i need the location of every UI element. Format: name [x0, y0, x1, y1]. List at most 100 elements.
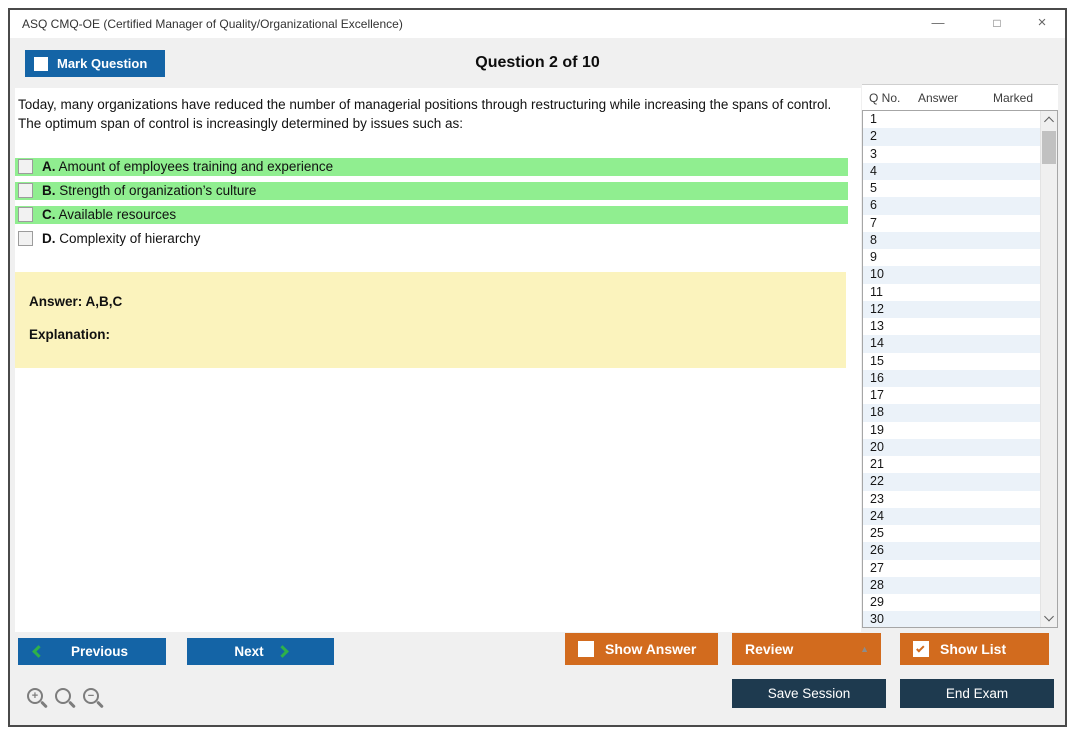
zoom-in-icon[interactable]: + [27, 688, 43, 704]
question-list-row[interactable]: 8 [863, 231, 1040, 249]
chevron-left-icon [32, 645, 45, 658]
question-text: Today, many organizations have reduced t… [18, 97, 832, 131]
check-icon [916, 644, 925, 653]
question-number: 19 [870, 422, 884, 437]
end-exam-label: End Exam [945, 686, 1009, 701]
question-list-row[interactable]: 21 [863, 456, 1040, 474]
question-list-row[interactable]: 10 [863, 266, 1040, 284]
question-number: 17 [870, 388, 884, 402]
question-list-row[interactable]: 23 [863, 490, 1040, 508]
scroll-down-icon[interactable] [1044, 611, 1054, 622]
review-button[interactable]: Review ▲ [732, 633, 881, 665]
next-button[interactable]: Next [187, 638, 334, 665]
zoom-controls: + − [27, 688, 99, 704]
question-list-row[interactable]: 19 [863, 421, 1040, 439]
question-number: 1 [870, 112, 877, 126]
question-number: 28 [870, 577, 884, 592]
question-list-row[interactable]: 2 [863, 128, 1040, 146]
review-label: Review [745, 641, 794, 657]
previous-button[interactable]: Previous [18, 638, 166, 665]
question-number: 8 [870, 232, 877, 247]
option-row-b[interactable]: B. Strength of organization’s culture [15, 182, 848, 200]
question-list-row[interactable]: 4 [863, 162, 1040, 180]
question-number: 29 [870, 595, 884, 609]
show-list-checkbox[interactable] [913, 641, 929, 657]
question-list: 1 2 3 4 5 6 7 8 9 10 11 12 13 14 15 16 17 18 19 20 21 22 23 24 2… [862, 110, 1058, 628]
previous-label: Previous [71, 644, 129, 659]
content-area: Mark Question Question 2 of 10 Today, ma… [10, 38, 1065, 725]
question-list-row[interactable]: 27 [863, 559, 1040, 577]
question-list-row[interactable]: 12 [863, 300, 1040, 318]
question-list-row[interactable]: 20 [863, 438, 1040, 456]
save-session-button[interactable]: Save Session [732, 679, 886, 708]
question-list-row[interactable]: 28 [863, 576, 1040, 594]
question-panel: Today, many organizations have reduced t… [15, 88, 861, 632]
question-list-row[interactable]: 22 [863, 473, 1040, 491]
answer-text: Answer: A,B,C [29, 294, 123, 309]
question-list-row[interactable]: 7 [863, 214, 1040, 232]
question-list-row[interactable]: 13 [863, 318, 1040, 336]
close-icon[interactable]: × [1027, 10, 1057, 38]
question-number: 14 [870, 336, 884, 351]
option-row-c[interactable]: C. Available resources [15, 206, 848, 224]
end-exam-button[interactable]: End Exam [900, 679, 1054, 708]
question-number: 27 [870, 560, 884, 575]
question-list-row[interactable]: 1 [863, 111, 1040, 129]
option-row-a[interactable]: A. Amount of employees training and expe… [15, 158, 848, 176]
save-session-label: Save Session [767, 686, 851, 701]
minimize-icon[interactable]: — [923, 10, 953, 38]
question-number: 12 [870, 301, 884, 316]
question-number: 23 [870, 491, 884, 506]
question-counter: Question 2 of 10 [475, 54, 600, 71]
scroll-thumb[interactable] [1042, 131, 1056, 164]
question-number: 5 [870, 181, 877, 195]
question-list-scrollbar[interactable] [1040, 111, 1057, 627]
option-d-checkbox[interactable] [18, 231, 33, 246]
question-list-row[interactable]: 14 [863, 335, 1040, 353]
option-b-checkbox[interactable] [18, 183, 33, 198]
question-list-row[interactable]: 6 [863, 197, 1040, 215]
question-list-row[interactable]: 5 [863, 180, 1040, 198]
question-list-row[interactable]: 24 [863, 507, 1040, 525]
titlebar: ASQ CMQ-OE (Certified Manager of Quality… [10, 10, 1065, 38]
chevron-right-icon [275, 645, 289, 658]
question-list-row[interactable]: 9 [863, 249, 1040, 267]
option-text: Complexity of hierarchy [59, 231, 201, 246]
question-number: 7 [870, 215, 877, 230]
show-answer-checkbox[interactable] [578, 641, 594, 657]
maximize-icon[interactable]: □ [982, 10, 1012, 38]
zoom-out-icon[interactable]: − [83, 688, 99, 704]
question-list-row[interactable]: 16 [863, 369, 1040, 387]
option-row-d[interactable]: D. Complexity of hierarchy [15, 230, 848, 248]
question-list-row[interactable]: 26 [863, 542, 1040, 560]
option-letter: B. [42, 183, 56, 198]
question-number: 21 [870, 457, 884, 471]
zoom-reset-icon[interactable] [55, 688, 71, 704]
chevron-up-icon: ▲ [860, 644, 869, 654]
question-list-row[interactable]: 15 [863, 352, 1040, 370]
option-c-checkbox[interactable] [18, 207, 33, 222]
question-list-sidebar: Q No. Answer Marked 1 2 3 4 5 6 7 8 9 10 11 12 13 14 1… [862, 84, 1058, 628]
question-list-row[interactable]: 18 [863, 404, 1040, 422]
question-number: 24 [870, 508, 884, 523]
option-text: Strength of organization’s culture [59, 183, 257, 198]
question-list-row[interactable]: 11 [863, 283, 1040, 301]
question-number: 22 [870, 474, 884, 489]
question-number: 4 [870, 163, 877, 178]
question-list-header: Q No. Answer Marked [862, 85, 1058, 110]
question-list-row[interactable]: 3 [863, 145, 1040, 163]
scroll-up-icon[interactable] [1044, 116, 1054, 127]
question-number: 25 [870, 526, 884, 540]
app-window: ASQ CMQ-OE (Certified Manager of Quality… [8, 8, 1067, 727]
option-a-checkbox[interactable] [18, 159, 33, 174]
show-answer-button[interactable]: Show Answer [565, 633, 718, 665]
explanation-label: Explanation: [29, 327, 111, 342]
show-list-button[interactable]: Show List [900, 633, 1049, 665]
option-letter: C. [42, 207, 56, 222]
question-list-row[interactable]: 25 [863, 525, 1040, 543]
answer-box: Answer: A,B,C Explanation: [15, 272, 846, 368]
question-number: 11 [870, 284, 883, 299]
question-list-row[interactable]: 30 [863, 611, 1040, 627]
question-list-row[interactable]: 29 [863, 594, 1040, 612]
question-list-row[interactable]: 17 [863, 387, 1040, 405]
